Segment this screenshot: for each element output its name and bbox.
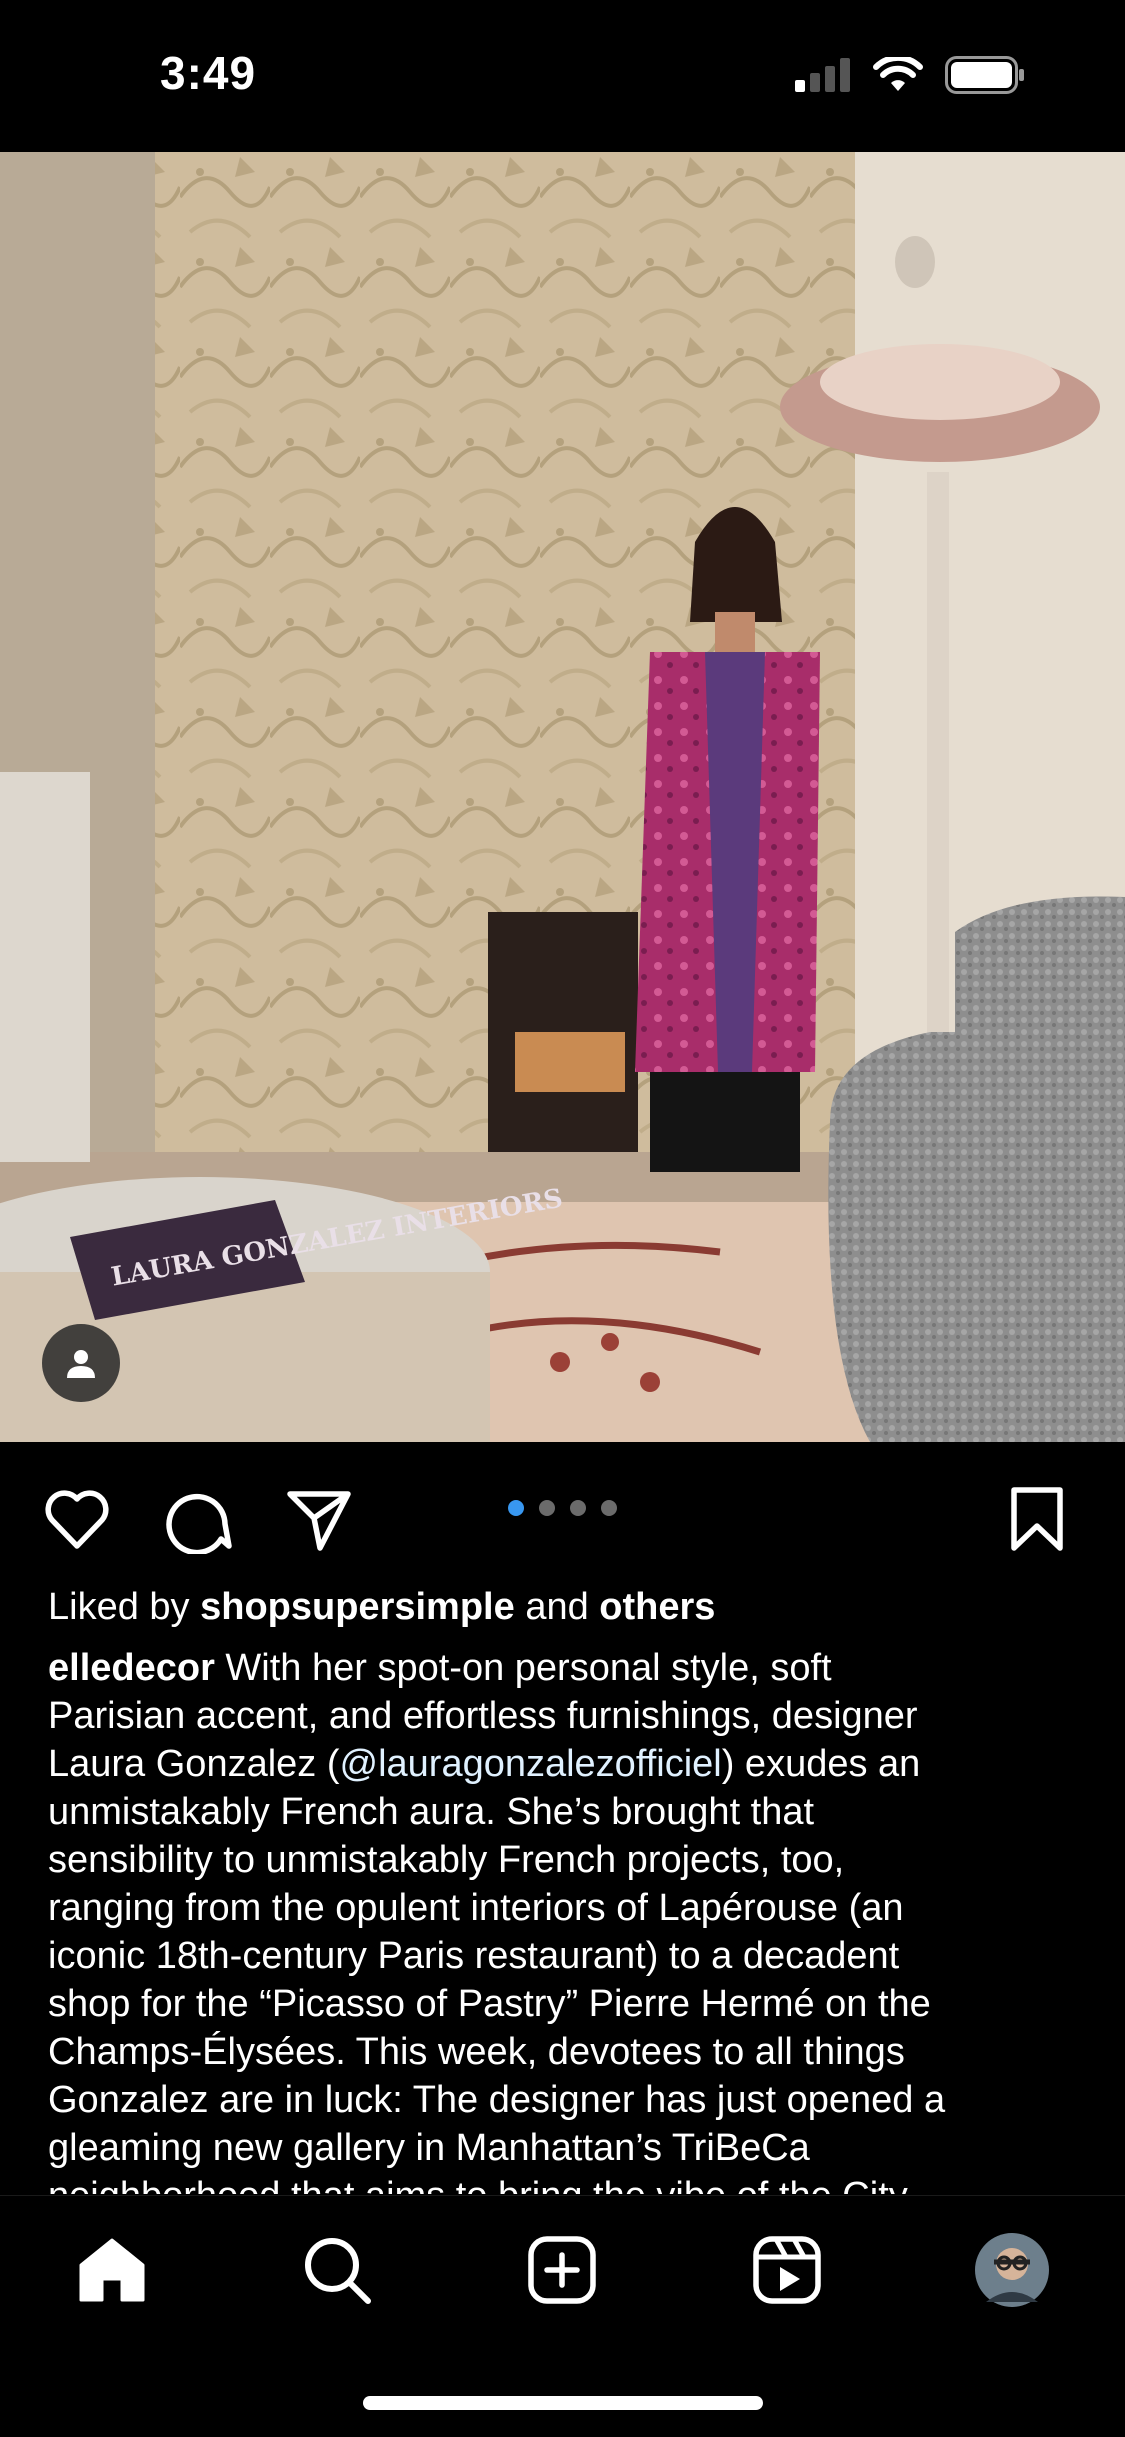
wifi-icon [873, 57, 923, 91]
battery-icon [945, 56, 1024, 94]
send-icon[interactable] [284, 1484, 354, 1554]
caption-text: gleaming new gallery in Manhattan’s TriB… [48, 2127, 810, 2169]
caption-text: Champs-Élysées. This week, devotees to a… [48, 2031, 905, 2073]
post-image[interactable]: LAURA GONZALEZ INTERIORS [0, 152, 1125, 1442]
liker-username[interactable]: shopsupersimple [200, 1586, 515, 1628]
caption-text: Laura Gonzalez ( [48, 1743, 340, 1785]
tab-profile[interactable] [972, 2230, 1052, 2310]
likes-joiner: and [525, 1586, 589, 1628]
post-caption[interactable]: elledecor With her spot-on personal styl… [48, 1644, 1088, 2194]
caption-text: Gonzalez are in luck: The designer has j… [48, 2079, 946, 2121]
carousel-dot [539, 1500, 555, 1516]
tab-create[interactable] [522, 2230, 602, 2310]
home-indicator[interactable] [363, 2396, 763, 2410]
likes-prefix: Liked by [48, 1586, 190, 1628]
tab-home[interactable] [72, 2230, 152, 2310]
caption-username[interactable]: elledecor [48, 1647, 215, 1689]
tab-reels[interactable] [747, 2230, 827, 2310]
caption-mention-link[interactable]: @lauragonzalezofficiel [340, 1743, 722, 1785]
home-icon [79, 2238, 145, 2302]
carousel-dot [508, 1500, 524, 1516]
comment-icon[interactable] [163, 1484, 233, 1554]
profile-avatar [975, 2233, 1049, 2307]
caption-text: With her spot-on personal style, soft [214, 1647, 832, 1689]
search-icon [305, 2238, 371, 2304]
caption-text: Parisian accent, and effortless furnishi… [48, 1695, 918, 1737]
caption-text: ) exudes an [721, 1743, 921, 1785]
caption-text: ranging from the opulent interiors of La… [48, 1887, 904, 1929]
status-icons [795, 56, 1025, 94]
create-icon [528, 2236, 596, 2304]
carousel-dot [601, 1500, 617, 1516]
bookmark-icon[interactable] [1002, 1484, 1072, 1554]
status-time: 3:49 [160, 47, 257, 99]
carousel-indicator [508, 1500, 617, 1516]
tagged-users-button[interactable] [42, 1324, 120, 1402]
carousel-dot [570, 1500, 586, 1516]
caption-text: neighborhood that aims to bring the vibe… [48, 2172, 1088, 2194]
tab-search[interactable] [297, 2230, 377, 2310]
likes-summary[interactable]: Liked by shopsupersimple and others [48, 1586, 715, 1629]
heart-icon[interactable] [42, 1484, 112, 1554]
likes-others-link[interactable]: others [599, 1586, 715, 1628]
cellular-signal-icon [795, 58, 850, 92]
reels-icon [753, 2236, 821, 2304]
caption-text: unmistakably French aura. She’s brought … [48, 1791, 815, 1833]
caption-text: sensibility to unmistakably French proje… [48, 1839, 845, 1881]
caption-text: iconic 18th-century Paris restaurant) to… [48, 1935, 900, 1977]
person-icon [67, 1350, 95, 1378]
caption-text: shop for the “Picasso of Pastry” Pierre … [48, 1983, 931, 2025]
status-bar: 3:49 [0, 0, 1125, 152]
